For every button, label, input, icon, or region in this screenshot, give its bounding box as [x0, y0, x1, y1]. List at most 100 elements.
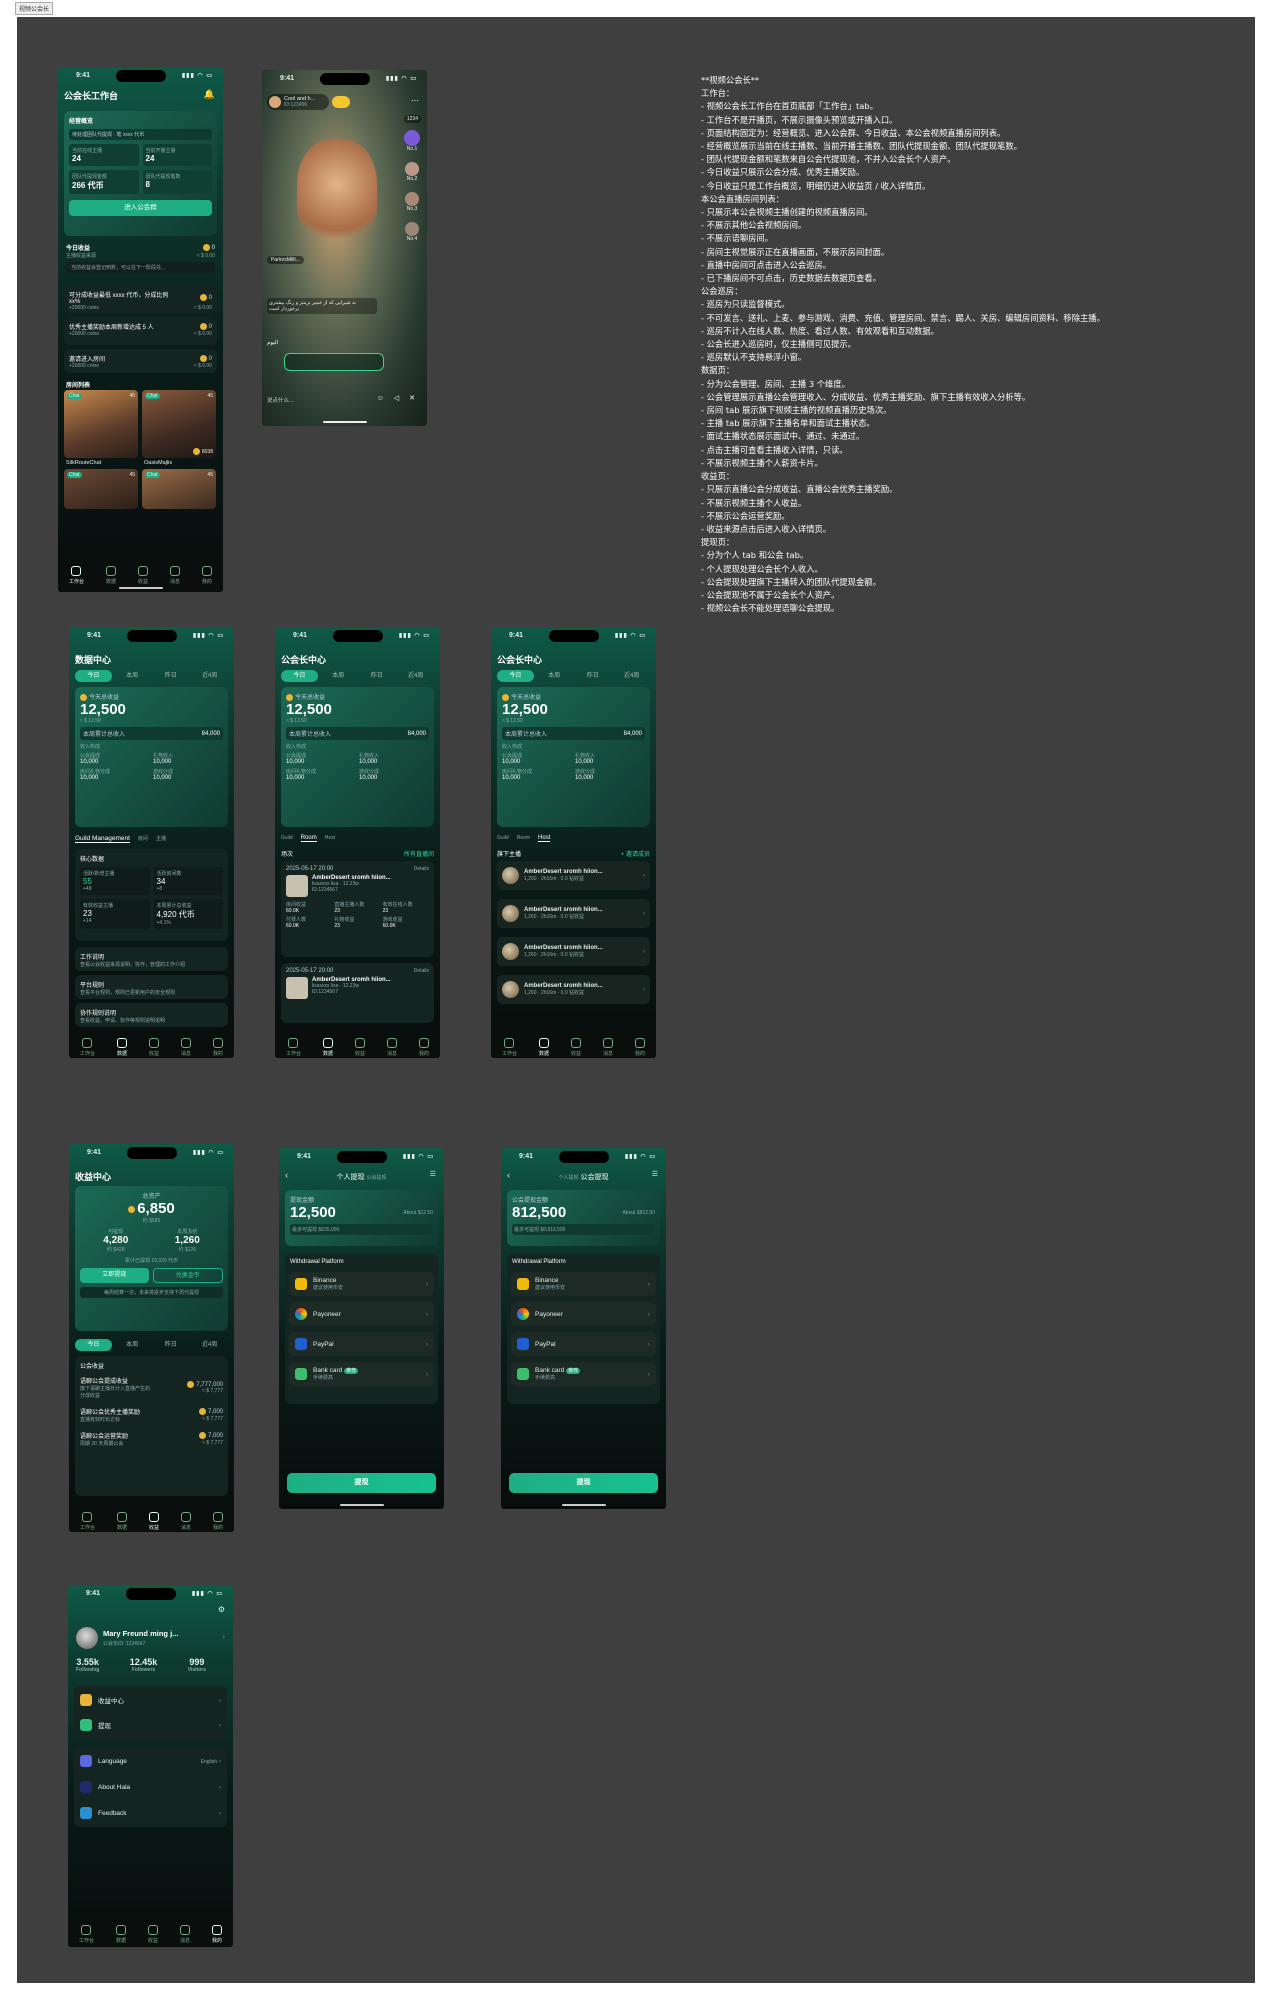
session-card[interactable]: 2025-05-17 20:00 Details AmberDesert srom… [281, 963, 434, 1023]
platform-payoneer[interactable]: Payoneer › [511, 1302, 656, 1326]
income-card: 今天总收益 12,500 ≈ $ 12.50 本周累计总收入 84,000 收入构… [75, 687, 228, 827]
host-item[interactable]: AmberDesert sromh hiion... 1,260 · 2h16m … [497, 975, 650, 1004]
live-hosts-value: 24 [145, 154, 155, 163]
withdraw-tabs[interactable]: 个人提现 公会提现 [501, 1172, 666, 1182]
avatar [502, 905, 519, 922]
avatar [269, 96, 281, 108]
data-room-screen: 9:41 ▮▮▮ ◠ ▭ 公会长中心 今日 本周 昨日 近4周 今天总收益 12,500… [275, 627, 440, 1058]
hosts-header: 旗下主播 + 邀请成员 [497, 849, 650, 858]
menu-about[interactable]: About Hala › [74, 1775, 227, 1799]
profile-screen: 9:41 ▮▮▮ ◠ ▭ ⚙ Mary Freund ming j... 公会长I… [68, 1585, 233, 1947]
period-tabs[interactable]: 今日 本周 昨日 近4周 [497, 670, 650, 682]
menu-withdraw[interactable]: 提现 › [74, 1713, 227, 1737]
task-item[interactable]: 可分成收益最低 xxxx 代币，分成比例 xx% 0 +20000 coins ≈ $… [64, 285, 217, 313]
room-card[interactable]: Chat 45 [142, 469, 216, 509]
platform-binance[interactable]: Binance 建议使用币安 › [289, 1272, 434, 1296]
task-item[interactable]: 邀请进入房间 0 +20000 coins ≈ $ 0.00 [64, 349, 217, 373]
rank-avatar [405, 222, 419, 236]
page-title: 公会长中心 [497, 655, 543, 665]
income-card: 今天总收益 12,500 ≈ $ 12.50 本周累计总收入 84,000 收入构… [497, 687, 650, 827]
room-name: OasisMajlis [144, 460, 173, 466]
earning-item[interactable]: 语聊公会运营奖励 周期 30 天周期公会 7,000 ≈ $ 7,777 [80, 1431, 223, 1447]
overview-label: 经营概览 [69, 119, 94, 125]
nav-workbench[interactable]: 工作台 [69, 566, 84, 585]
spec-notes: **视频公会长** 工作台： - 视频公会长工作台在首页底部「工作台」tab。 … [701, 75, 1105, 614]
bottom-nav: 工作台 数据 收益 消息 我的 [69, 1034, 234, 1058]
platform-binance[interactable]: Binance 建议使用币安 › [511, 1272, 656, 1296]
menu-feedback[interactable]: Feedback › [74, 1801, 227, 1825]
platform-paypal[interactable]: PayPal › [289, 1332, 434, 1356]
bottom-nav: 工作台 数据 收益 消息 我的 [491, 1034, 656, 1058]
settings-icon[interactable]: ⚙ [218, 1605, 225, 1614]
platform-paypal[interactable]: PayPal › [511, 1332, 656, 1356]
avatar[interactable] [76, 1627, 98, 1649]
chat-message: نه شیرایی که از خمیر نرمتر و رنگ بیشتری … [267, 298, 377, 314]
record-icon[interactable]: ☰ [652, 1170, 658, 1178]
room-card[interactable]: Chat 45 8038 [142, 390, 216, 458]
withdraw-button[interactable]: 立即提现 [80, 1268, 149, 1283]
viewer-count[interactable]: 1234 [403, 115, 421, 123]
withdraw-tabs[interactable]: 个人提现 公会提现 [279, 1172, 444, 1182]
session-card[interactable]: 2025-05-17 20:00 Details AmberDesert srom… [281, 861, 434, 957]
dimension-tabs[interactable]: Guild Room Host [497, 835, 551, 842]
platform-bank-card[interactable]: Bank card 推荐 手续费高 › [289, 1362, 434, 1386]
earnings-screen: 9:41 ▮▮▮ ◠ ▭ 收益中心 总资产 6,850 约 $685 可提现 4,2… [69, 1144, 234, 1532]
record-icon[interactable]: ☰ [430, 1170, 436, 1178]
host-chip[interactable]: Cool and h... ID:123456 [267, 94, 329, 110]
link-item[interactable]: 平台规则 查看平台规则，规则已更新用户的安全规则 [75, 975, 228, 999]
earning-item[interactable]: 语聊公会优秀主播奖励 直播有效时长达标 7,000 ≈ $ 7,777 [80, 1407, 223, 1423]
withdraw-guild-screen: 9:41 ▮▮▮ ◠ ▭ ‹ 个人提现 公会提现 ☰ 公会提现金额 812,500 A… [501, 1148, 666, 1509]
host-item[interactable]: AmberDesert sromh hiion... 1,260 · 2h16m … [497, 861, 650, 890]
period-tabs[interactable]: 今日 本周 昨日 近4周 [281, 670, 434, 682]
platform-payoneer[interactable]: Payoneer › [289, 1302, 434, 1326]
follow-button[interactable] [332, 96, 350, 108]
nav-earnings[interactable]: 收益 [137, 566, 148, 585]
room-card[interactable]: Chat 45 [64, 469, 138, 509]
menu-earnings-center[interactable]: 收益中心 › [74, 1688, 227, 1712]
income-card: 今天总收益 12,500 ≈ $ 12.50 本周累计总收入 84,000 收入构… [281, 687, 434, 827]
link-item[interactable]: 工作说明 查看公会收益来源说明，协作，管理的工作介绍 [75, 947, 228, 971]
avatar [502, 943, 519, 960]
amount-card: 公会提现金额 812,500 About $812.50 最多可提现 $8,812,5… [507, 1190, 660, 1246]
data-host-screen: 9:41 ▮▮▮ ◠ ▭ 公会长中心 今日 本周 昨日 近4周 今天总收益 12,500… [491, 627, 656, 1058]
host-item[interactable]: AmberDesert sromh hiion... 1,260 · 2h16m … [497, 899, 650, 928]
chat-input[interactable]: 说点什么... [267, 396, 337, 404]
guild-earnings-card: 公会收益 语聊公会提成收益 旗下语聊主播日计入直播产生的分成收益 7,777,000… [75, 1356, 228, 1496]
invite-member-button[interactable]: + 邀请成员 [621, 849, 650, 858]
nav-messages[interactable]: 消息 [169, 566, 180, 585]
income-value: 12,500 [80, 701, 126, 718]
earning-item[interactable]: 语聊公会提成收益 旗下语聊主播日计入直播产生的分成收益 7,777,000 ≈ $ 7… [80, 1376, 223, 1399]
more-icon[interactable]: ⋯ [411, 96, 419, 105]
enter-group-button[interactable]: 进入公会群 [69, 200, 212, 216]
platform-bank-card[interactable]: Bank card 推荐 手续费高 › [511, 1362, 656, 1386]
nav-me[interactable]: 我的 [201, 566, 212, 585]
submit-withdraw-button[interactable]: 提现 [287, 1473, 436, 1493]
submit-withdraw-button[interactable]: 提现 [509, 1473, 658, 1493]
menu-language[interactable]: Language English › [74, 1749, 227, 1773]
today-header: 今日收益 0 主播收益来源 ≈ $ 0.00 · 当前收益会登记到账，可以在下一阶段… [66, 243, 215, 273]
task-item[interactable]: 优秀主播奖励本周新增达成 5 人 0 +20000 coins ≈ $ 0.00 [64, 317, 217, 345]
period-tabs[interactable]: 今日 本周 昨日 近4周 [75, 670, 228, 682]
overview-hint[interactable]: 待处理团队代提现 · 笔 xxxx 代币 [69, 129, 212, 140]
data-guild-screen: 9:41 ▮▮▮ ◠ ▭ 数据中心 今日 本周 昨日 近4周 今天总收益 12,500 … [69, 627, 234, 1058]
dimension-tabs[interactable]: Guild Management 房间 主播 [75, 835, 166, 843]
chat-bubble [284, 353, 384, 371]
bottom-actions[interactable]: ☺ ◁ ✕ [377, 394, 419, 402]
nav-data[interactable]: 数据 [105, 566, 116, 585]
bell-icon[interactable]: 🔔 [204, 89, 215, 100]
page-title: 数据中心 [75, 655, 112, 665]
link-item[interactable]: 协作规则说明 查看收益、申请、协作等规则说明说明 [75, 1003, 228, 1027]
profile-stats[interactable]: 3.55k Following 12.45k Followers 999 Visito… [76, 1657, 206, 1673]
host-item[interactable]: AmberDesert sromh hiion... 1,260 · 2h16m … [497, 937, 650, 966]
room-card[interactable]: Chat 45 [64, 390, 138, 458]
dimension-tabs[interactable]: Guild Room Host [281, 835, 335, 842]
period-tabs[interactable]: 今日 本周 昨日 近4周 [75, 1339, 228, 1351]
asset-value: 6,850 [137, 1200, 175, 1217]
live-room-screen: 9:41 ▮▮▮ ◠ ▭ Cool and h... ID:123456 ⋯ 123… [262, 70, 427, 426]
chat-user-tag[interactable]: ParlorsMillt... [267, 256, 304, 264]
exchange-button[interactable]: 兑换金币 [152, 1268, 223, 1283]
rooms-label: 房间列表 [66, 383, 91, 389]
room-name: SilkRouteChat [66, 460, 102, 466]
profile-arrow[interactable]: › [222, 1632, 225, 1641]
chat-message: اليوم [267, 340, 279, 346]
